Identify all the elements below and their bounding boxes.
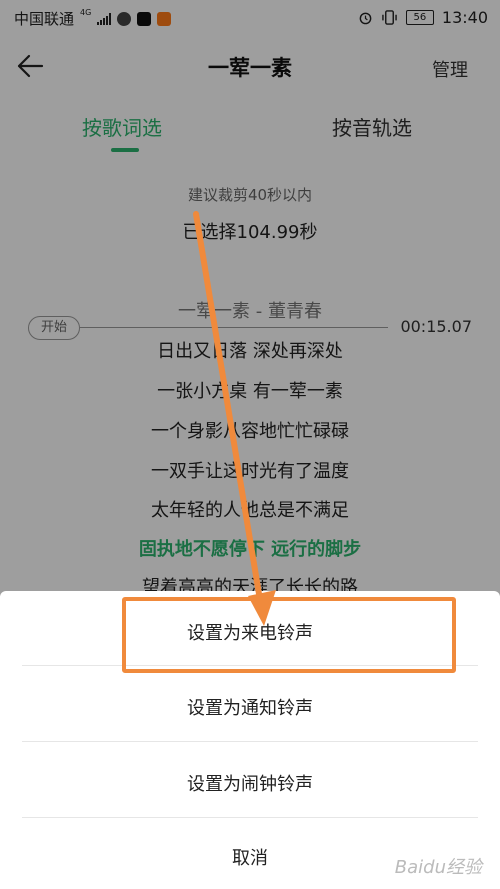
set-alarm-sound-button[interactable]: 设置为闹钟铃声 xyxy=(0,770,500,796)
set-notification-sound-button[interactable]: 设置为通知铃声 xyxy=(0,694,500,720)
app-screen: 中国联通 4G 56 13:40 一荤一素 管理 按歌词选 按音轨选 建议裁剪4… xyxy=(0,0,500,889)
divider xyxy=(22,817,478,818)
watermark: Baidu经验 xyxy=(394,857,482,878)
highlight-box xyxy=(122,597,456,673)
divider xyxy=(22,741,478,742)
